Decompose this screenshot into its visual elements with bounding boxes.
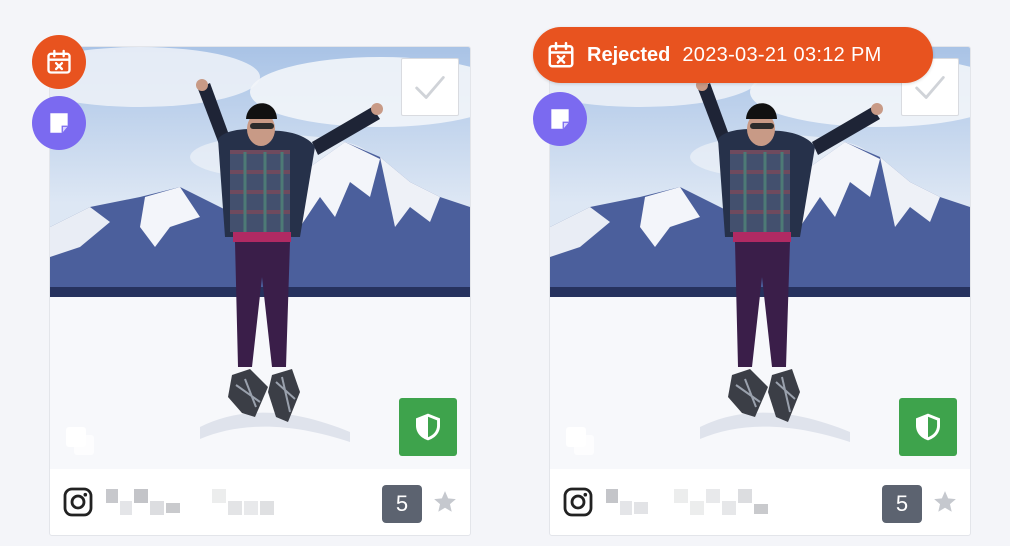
shield-icon — [412, 411, 444, 443]
blur-pixel — [722, 501, 736, 515]
instagram-icon — [562, 486, 594, 518]
blur-pixel — [738, 489, 752, 503]
blur-pixel — [706, 489, 720, 503]
instagram-icon — [62, 486, 94, 518]
calendar-rejected-icon — [45, 48, 73, 76]
blur-pixel — [106, 489, 118, 503]
blur-pixel — [134, 489, 148, 503]
media-photo[interactable] — [550, 47, 970, 469]
note-badge[interactable] — [533, 92, 587, 146]
blur-pixel — [166, 503, 180, 513]
blur-pixel — [634, 502, 648, 514]
like-count-badge: 5 — [882, 485, 922, 523]
multiple-media-icon — [64, 425, 96, 457]
author-handle-blurred[interactable] — [606, 486, 770, 518]
like-count-badge: 5 — [382, 485, 422, 523]
blur-pixel — [606, 489, 618, 503]
blur-pixel — [260, 501, 274, 515]
shield-icon — [912, 411, 944, 443]
blur-pixel — [212, 489, 226, 503]
blur-pixel — [150, 501, 164, 515]
blur-pixel — [674, 489, 688, 503]
status-label: Rejected — [587, 43, 671, 66]
note-icon — [46, 110, 72, 136]
card-footer: 5 — [50, 469, 470, 535]
status-timestamp: 2023-03-21 03:12 PM — [682, 43, 882, 66]
media-card[interactable]: 5 — [549, 46, 971, 536]
rejected-status-badge[interactable] — [32, 35, 86, 89]
blur-pixel — [690, 501, 704, 515]
media-card[interactable]: 5 — [49, 46, 471, 536]
rights-approved-badge[interactable] — [899, 398, 957, 456]
check-icon — [411, 68, 449, 106]
blur-pixel — [244, 501, 258, 515]
blur-pixel — [620, 501, 632, 515]
multiple-media-icon — [564, 425, 596, 457]
blur-pixel — [754, 504, 768, 514]
author-handle-blurred[interactable] — [106, 486, 276, 518]
star-icon[interactable] — [432, 489, 458, 515]
note-icon — [547, 106, 573, 132]
media-photo[interactable] — [50, 47, 470, 469]
rejected-status-pill[interactable]: Rejected 2023-03-21 03:12 PM — [533, 27, 933, 83]
note-badge[interactable] — [32, 96, 86, 150]
star-icon[interactable] — [932, 489, 958, 515]
calendar-rejected-icon — [546, 40, 576, 70]
blur-pixel — [120, 501, 132, 515]
card-footer: 5 — [550, 469, 970, 535]
blur-pixel — [228, 501, 242, 515]
select-checkbox[interactable] — [401, 58, 459, 116]
rights-approved-badge[interactable] — [399, 398, 457, 456]
